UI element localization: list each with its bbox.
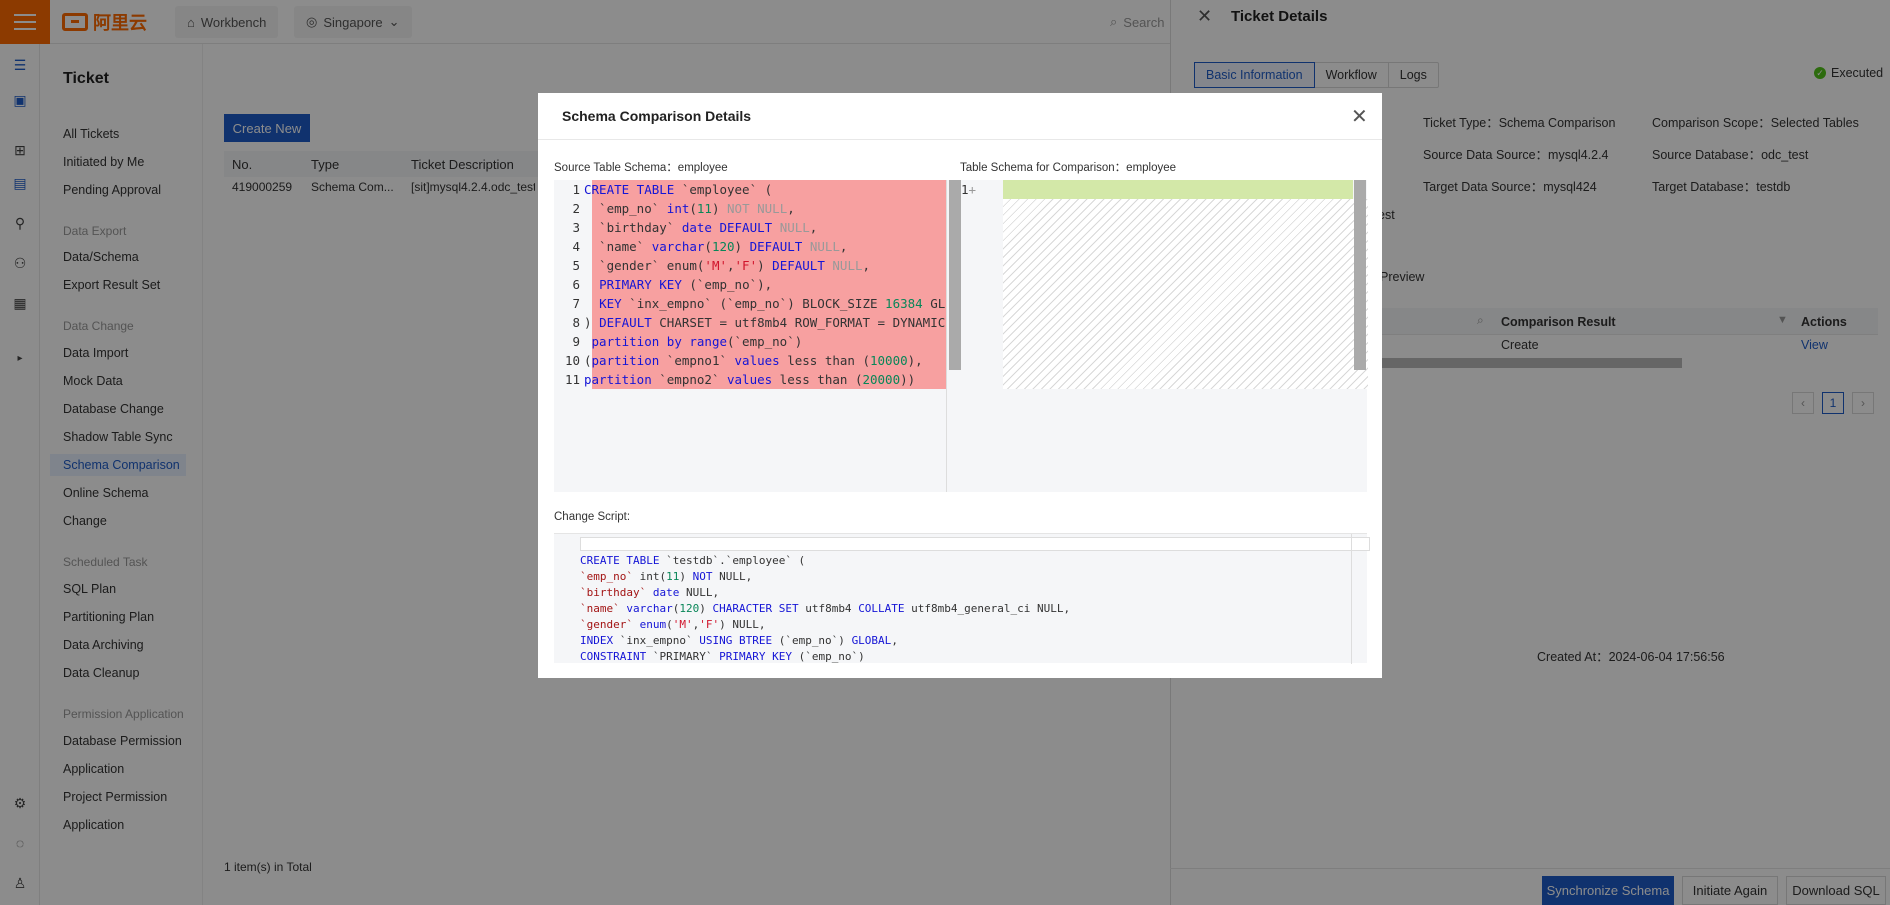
script-line: `gender` enum('M','F') NULL, — [580, 618, 766, 631]
source-schema-pane: 1 CREATE TABLE `employee` ( 2 `emp_no` in… — [554, 180, 961, 492]
diff-viewer: 1 CREATE TABLE `employee` ( 2 `emp_no` in… — [554, 180, 1368, 492]
source-line: 4 `name` varchar(120) DEFAULT NULL, — [572, 239, 848, 254]
source-line: 5 `gender` enum('M','F') DEFAULT NULL, — [572, 258, 871, 273]
change-script-search[interactable] — [580, 537, 1370, 551]
schema-comparison-modal: Schema Comparison Details ✕ Source Table… — [538, 93, 1382, 678]
source-line: 2 `emp_no` int(11) NOT NULL, — [572, 201, 795, 216]
change-script-editor[interactable]: CREATE TABLE `testdb`.`employee` ( `emp_… — [554, 533, 1370, 664]
script-line: `birthday` date NULL, — [580, 586, 720, 599]
target-scrollbar[interactable] — [1354, 180, 1366, 370]
source-line: 3 `birthday` date DEFAULT NULL, — [572, 220, 818, 235]
added-highlight — [1003, 180, 1353, 199]
modal-divider — [538, 139, 1382, 140]
change-script-label: Change Script: — [554, 511, 631, 523]
script-line: INDEX `inx_empno` USING BTREE (`emp_no`)… — [580, 634, 898, 647]
added-marker: + — [968, 182, 977, 197]
source-line: 9 partition by range(`emp_no`) — [572, 334, 803, 349]
source-line: 1 CREATE TABLE `employee` ( — [572, 182, 773, 197]
script-line: CONSTRAINT `PRIMARY` PRIMARY KEY (`emp_n… — [580, 650, 865, 663]
script-scrollbar[interactable] — [1351, 534, 1352, 664]
modal-close-icon[interactable]: ✕ — [1351, 104, 1368, 129]
target-schema-pane: 1+ — [946, 180, 1368, 492]
target-schema-label: Table Schema for Comparison：employee — [960, 162, 1177, 174]
source-schema-label: Source Table Schema：employee — [554, 162, 728, 174]
script-line: `name` varchar(120) CHARACTER SET utf8mb… — [580, 602, 1071, 615]
script-line: CREATE TABLE `testdb`.`employee` ( — [580, 554, 806, 567]
source-line: 11 partition `empno2` values less than (2… — [564, 372, 916, 387]
target-line-number: 1+ — [961, 182, 977, 197]
source-line: 8) DEFAULT CHARSET = utf8mb4 ROW_FORMAT … — [572, 315, 946, 330]
source-line: 10 (partition `empno1` values less than (… — [564, 353, 923, 368]
empty-placeholder — [1003, 199, 1368, 389]
script-line: `emp_no` int(11) NOT NULL, — [580, 570, 753, 583]
modal-title: Schema Comparison Details — [562, 108, 752, 124]
source-line: 6 PRIMARY KEY (`emp_no`), — [572, 277, 773, 292]
source-line: 7 KEY `inx_empno` (`emp_no`) BLOCK_SIZE … — [572, 296, 946, 311]
